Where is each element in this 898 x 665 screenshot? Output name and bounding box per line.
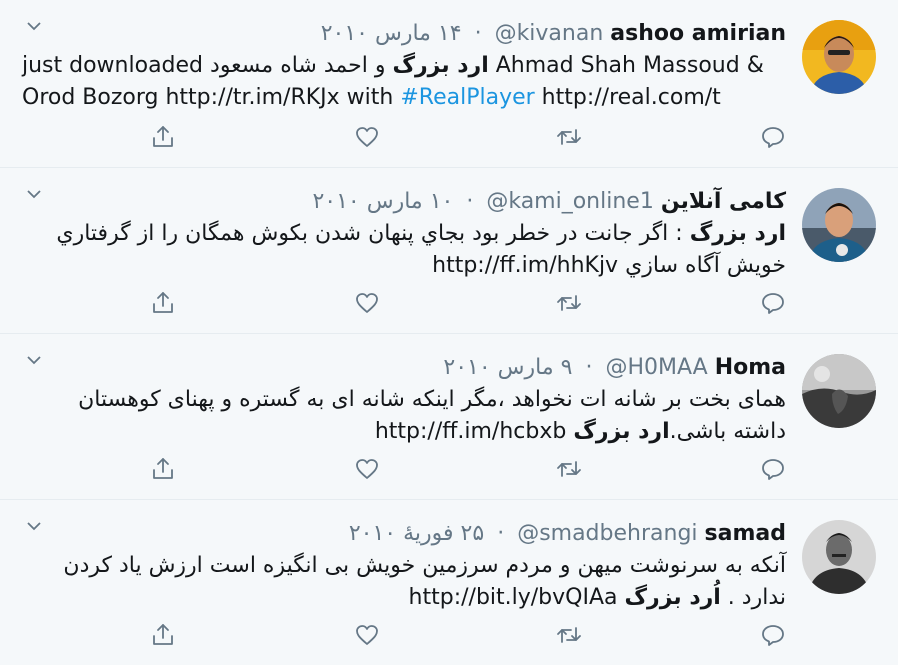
separator-dot: · bbox=[474, 21, 482, 46]
tweet-header: ashoo amirian @kivanan · ۱۴ مارس ۲۰۱۰ bbox=[321, 18, 786, 50]
text-segment: احمد شاه مسعود bbox=[210, 53, 368, 78]
tweet-date[interactable]: ۹ مارس ۲۰۱۰ bbox=[443, 355, 572, 380]
separator-dot: · bbox=[585, 355, 593, 380]
heart-icon[interactable] bbox=[354, 456, 380, 482]
chevron-down-icon[interactable] bbox=[24, 352, 44, 368]
text-segment: just downloaded bbox=[22, 53, 211, 78]
tweet[interactable]: Homa @H0MAA · ۹ مارس ۲۰۱۰ همای بخت بر شا… bbox=[0, 334, 898, 500]
tweet-text: همای بخت بر شانه ات نخواهد ،مگر اینکه شا… bbox=[22, 384, 786, 448]
share-icon[interactable] bbox=[150, 124, 176, 150]
tweet-text: آنکه به سرنوشت میهن و مردم سرزمین خویش ب… bbox=[22, 550, 786, 614]
user-handle[interactable]: @H0MAA bbox=[605, 355, 707, 380]
tweet[interactable]: samad @smadbehrangi · ۲۵ فوریهٔ ۲۰۱۰ آنک… bbox=[0, 500, 898, 665]
tweet-text: ارد بزرگ : اگر جانت در خطر بود بجاي پنها… bbox=[22, 218, 786, 282]
tweet-feed: ashoo amirian @kivanan · ۱۴ مارس ۲۰۱۰ ju… bbox=[0, 0, 898, 665]
user-handle[interactable]: @kivanan bbox=[495, 21, 604, 46]
display-name[interactable]: Homa bbox=[715, 355, 786, 380]
bold-text: اُرد بزرگ bbox=[624, 585, 721, 610]
tweet-header: samad @smadbehrangi · ۲۵ فوریهٔ ۲۰۱۰ bbox=[349, 518, 786, 550]
separator-dot: · bbox=[466, 189, 474, 214]
share-icon[interactable] bbox=[150, 622, 176, 648]
chevron-down-icon[interactable] bbox=[24, 18, 44, 34]
reply-icon[interactable] bbox=[760, 622, 786, 648]
tweet-text: just downloaded ارد بزرگ و احمد شاه مسعو… bbox=[22, 50, 786, 114]
bold-text: ارد بزرگ bbox=[573, 419, 670, 444]
text-segment: : اگر جانت در خطر بود بجاي پنهان شدن بكو… bbox=[56, 221, 786, 278]
share-icon[interactable] bbox=[150, 456, 176, 482]
avatar[interactable] bbox=[802, 188, 876, 262]
tweet-date[interactable]: ۲۵ فوریهٔ ۲۰۱۰ bbox=[349, 521, 484, 546]
reply-icon[interactable] bbox=[760, 124, 786, 150]
heart-icon[interactable] bbox=[354, 124, 380, 150]
url-link[interactable]: http://bit.ly/bvQIAa bbox=[409, 585, 625, 610]
display-name[interactable]: ashoo amirian bbox=[610, 21, 786, 46]
tweet-header: Homa @H0MAA · ۹ مارس ۲۰۱۰ bbox=[443, 352, 786, 384]
url-link[interactable]: http://ff.im/hcbxb bbox=[375, 419, 574, 444]
url-link[interactable]: http://ff.im/hhKjv bbox=[432, 253, 618, 278]
retweet-icon[interactable] bbox=[556, 124, 582, 150]
heart-icon[interactable] bbox=[354, 622, 380, 648]
chevron-down-icon[interactable] bbox=[24, 518, 44, 534]
avatar[interactable] bbox=[802, 354, 876, 428]
tweet-actions bbox=[0, 124, 898, 154]
bold-text: ارد بزرگ bbox=[392, 53, 489, 78]
retweet-icon[interactable] bbox=[556, 622, 582, 648]
heart-icon[interactable] bbox=[354, 290, 380, 316]
user-handle[interactable]: @kami_online1 bbox=[486, 189, 653, 214]
separator-dot: · bbox=[497, 521, 505, 546]
hashtag-link[interactable]: #RealPlayer bbox=[400, 85, 534, 110]
avatar[interactable] bbox=[802, 20, 876, 94]
text-segment: و bbox=[367, 53, 393, 78]
tweet-actions bbox=[0, 456, 898, 486]
tweet[interactable]: ashoo amirian @kivanan · ۱۴ مارس ۲۰۱۰ ju… bbox=[0, 0, 898, 168]
bold-text: ارد بزرگ bbox=[689, 221, 786, 246]
tweet-header: کامی آنلاین @kami_online1 · ۱۰ مارس ۲۰۱۰ bbox=[312, 186, 786, 218]
tweet[interactable]: کامی آنلاین @kami_online1 · ۱۰ مارس ۲۰۱۰… bbox=[0, 168, 898, 334]
tweet-date[interactable]: ۱۴ مارس ۲۰۱۰ bbox=[321, 21, 462, 46]
display-name[interactable]: samad bbox=[705, 521, 786, 546]
reply-icon[interactable] bbox=[760, 290, 786, 316]
reply-icon[interactable] bbox=[760, 456, 786, 482]
retweet-icon[interactable] bbox=[556, 290, 582, 316]
tweet-actions bbox=[0, 290, 898, 320]
tweet-date[interactable]: ۱۰ مارس ۲۰۱۰ bbox=[312, 189, 453, 214]
avatar[interactable] bbox=[802, 520, 876, 594]
tweet-actions bbox=[0, 622, 898, 652]
display-name[interactable]: کامی آنلاین bbox=[661, 189, 786, 214]
user-handle[interactable]: @smadbehrangi bbox=[517, 521, 697, 546]
text-segment: http://real.com/t bbox=[534, 85, 721, 110]
chevron-down-icon[interactable] bbox=[24, 186, 44, 202]
share-icon[interactable] bbox=[150, 290, 176, 316]
retweet-icon[interactable] bbox=[556, 456, 582, 482]
